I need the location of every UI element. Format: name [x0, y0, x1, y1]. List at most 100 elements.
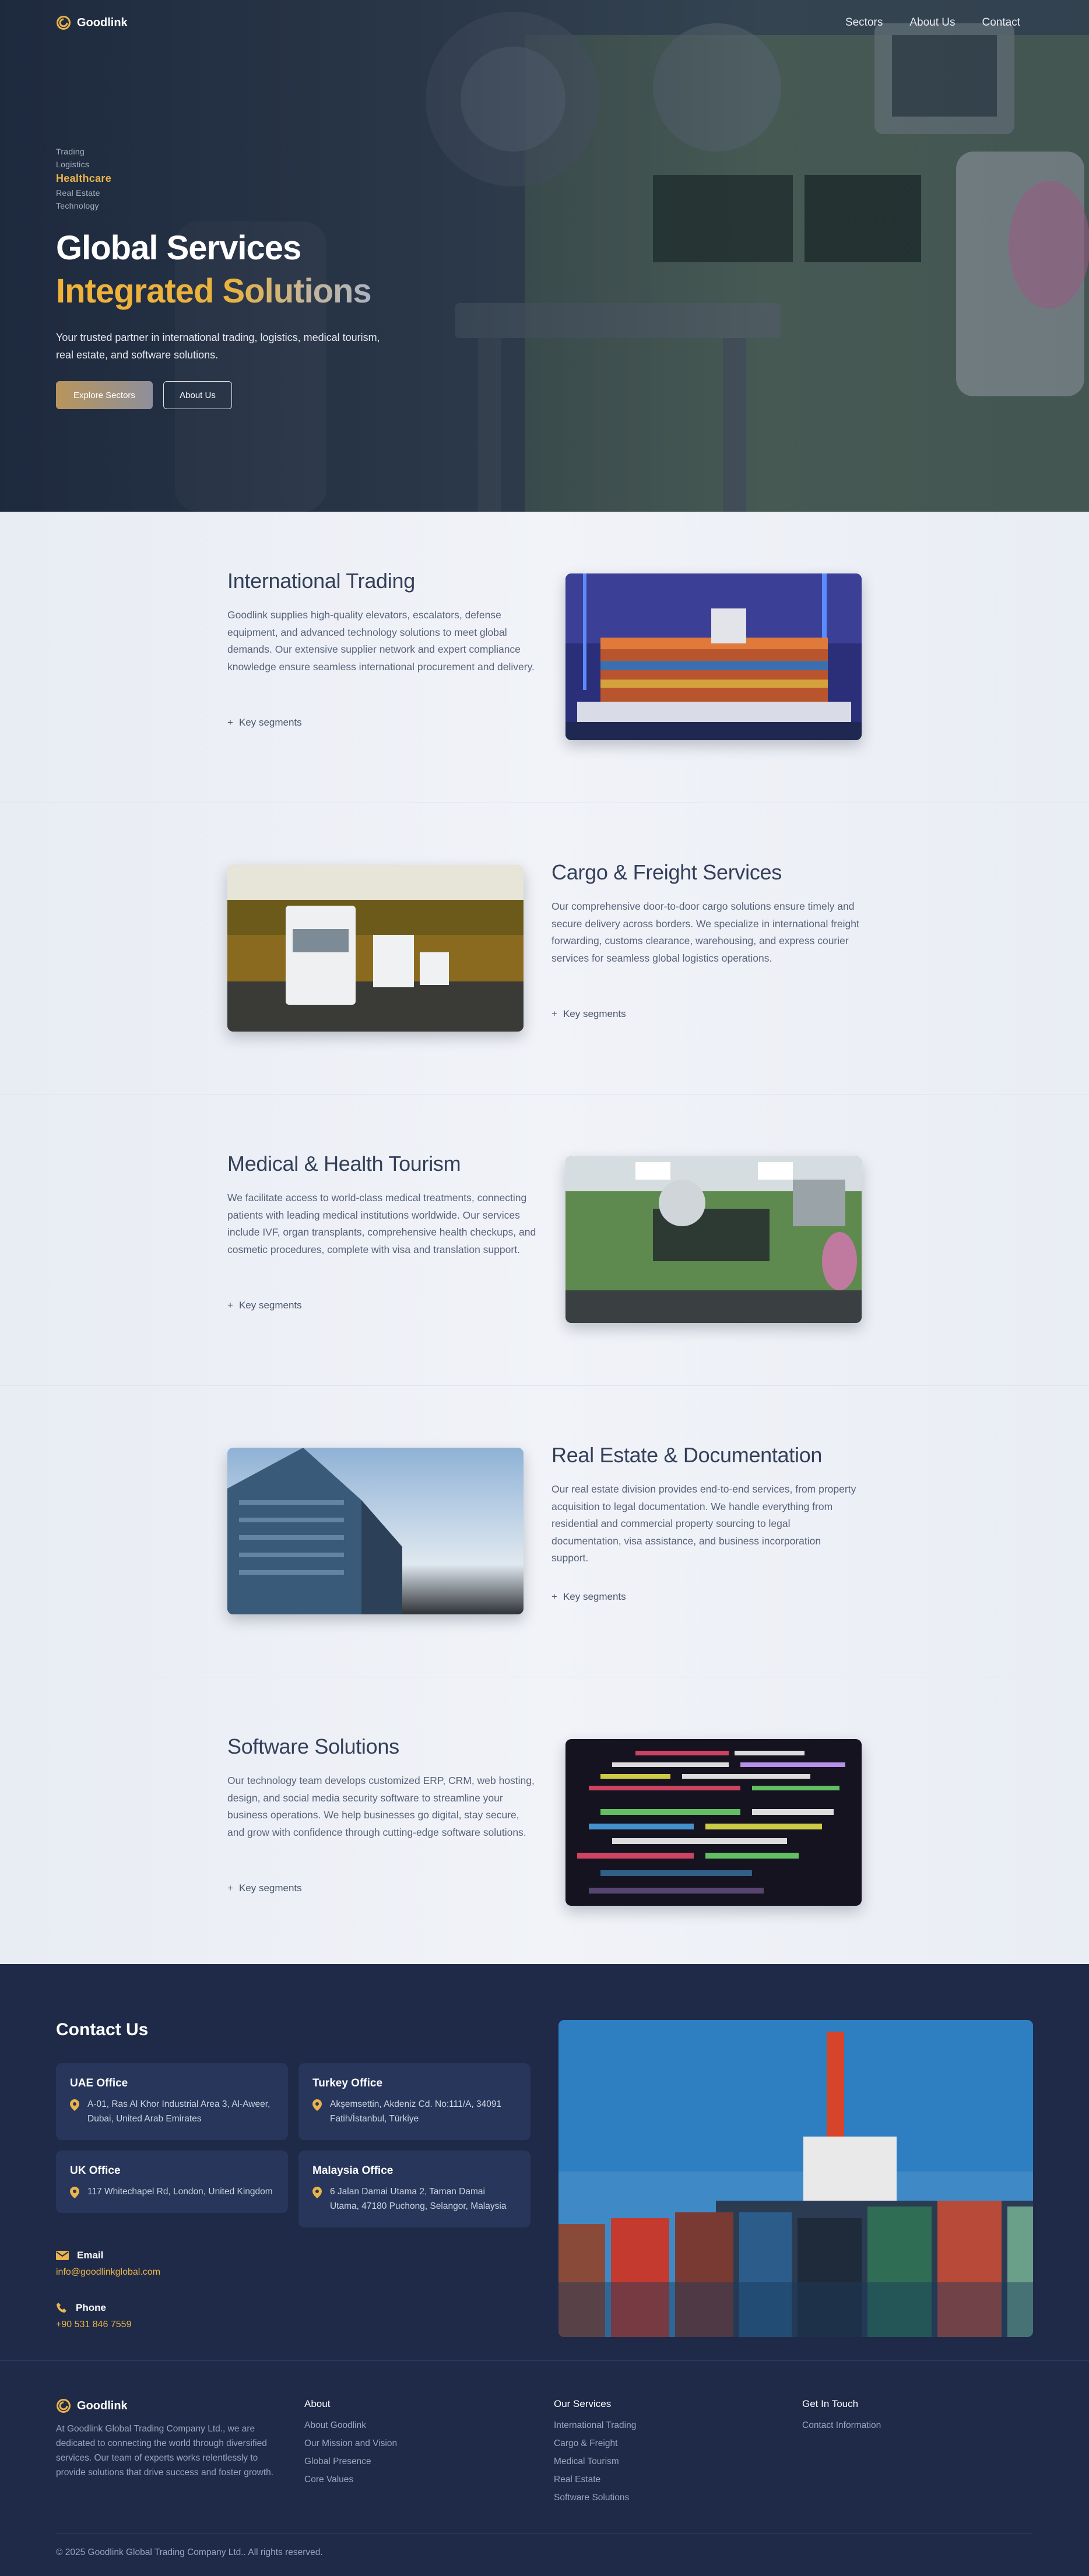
key-segments-toggle[interactable]: + Key segments	[551, 1591, 626, 1603]
key-segments-toggle[interactable]: + Key segments	[551, 1008, 626, 1020]
nav-link-contact[interactable]: Contact	[982, 16, 1020, 29]
footer-link-core-values[interactable]: Core Values	[304, 2475, 397, 2485]
key-segments-label: Key segments	[563, 1008, 626, 1019]
key-segments-toggle[interactable]: + Key segments	[227, 1300, 302, 1311]
phone-label: Phone	[76, 2302, 106, 2313]
location-pin-icon	[312, 2187, 322, 2198]
email-label: Email	[77, 2250, 104, 2261]
hero-sector-list: Trading Logistics Healthcare Real Estate…	[56, 147, 111, 210]
copyright: © 2025 Goodlink Global Trading Company L…	[56, 2547, 323, 2557]
footer-link-about-goodlink[interactable]: About Goodlink	[304, 2420, 397, 2431]
footer-services-title: Our Services	[554, 2398, 612, 2409]
hero-sector-real-estate[interactable]: Real Estate	[56, 188, 111, 198]
section-description: Our real estate division provides end-to…	[551, 1483, 856, 1564]
hero-description: Your trusted partner in international tr…	[56, 332, 380, 361]
office-card-malaysia: Malaysia Office 6 Jalan Damai Utama 2, T…	[298, 2151, 531, 2227]
top-nav: Goodlink Sectors About Us Contact	[56, 14, 1020, 31]
office-card-uk: UK Office 117 Whitechapel Rd, London, Un…	[56, 2151, 288, 2213]
hero-subtitle: Integrated Solutions	[56, 272, 372, 310]
brand-name: Goodlink	[77, 16, 128, 29]
key-segments-toggle[interactable]: + Key segments	[227, 1882, 302, 1894]
office-building-image	[227, 1448, 524, 1614]
section-medical-tourism: Medical & Health Tourism We facilitate a…	[0, 1095, 1089, 1386]
contact-email: Email info@goodlinkglobal.com	[56, 2250, 160, 2278]
footer-link-contact-info[interactable]: Contact Information	[802, 2420, 881, 2431]
nav-links: Sectors About Us Contact	[845, 16, 1020, 29]
footer-brand-name: Goodlink	[77, 2399, 128, 2412]
contact-title: Contact Us	[56, 2020, 149, 2039]
key-segments-toggle[interactable]: + Key segments	[227, 717, 302, 729]
location-pin-icon	[70, 2187, 79, 2198]
key-segments-label: Key segments	[238, 1300, 302, 1311]
office-card-uae: UAE Office A-01, Ras Al Khor Industrial …	[56, 2063, 288, 2140]
section-title: Cargo & Freight Services	[551, 860, 782, 884]
section-description: Our comprehensive door-to-door cargo sol…	[551, 900, 859, 964]
footer-link-cargo-freight[interactable]: Cargo & Freight	[554, 2438, 636, 2449]
footer-link-international-trading[interactable]: International Trading	[554, 2420, 636, 2431]
key-segments-label: Key segments	[563, 1591, 626, 1602]
hero-section: Goodlink Sectors About Us Contact Tradin…	[0, 0, 1089, 512]
office-address: Akşemsettin, Akdeniz Cd. No:111/A, 34091…	[330, 2099, 502, 2124]
office-address: A-01, Ras Al Khor Industrial Area 3, Al-…	[87, 2099, 271, 2124]
cargo-containers-image	[558, 2020, 1033, 2337]
contact-section: Contact Us UAE Office A-01, Ras Al Khor …	[0, 1964, 1089, 2360]
hero-sector-technology[interactable]: Technology	[56, 201, 111, 210]
office-card-turkey: Turkey Office Akşemsettin, Akdeniz Cd. N…	[298, 2063, 531, 2140]
email-link[interactable]: info@goodlinkglobal.com	[56, 2267, 160, 2278]
section-cargo-freight: Cargo & Freight Services Our comprehensi…	[0, 803, 1089, 1095]
footer-link-global-presence[interactable]: Global Presence	[304, 2457, 397, 2467]
section-description: Our technology team develops customized …	[227, 1775, 535, 1838]
about-us-button[interactable]: About Us	[163, 381, 232, 409]
contact-phone: Phone +90 531 846 7559	[56, 2302, 131, 2330]
section-title: International Trading	[227, 569, 415, 593]
plus-icon: +	[551, 1008, 557, 1019]
explore-sectors-button[interactable]: Explore Sectors	[56, 381, 153, 409]
footer-link-real-estate[interactable]: Real Estate	[554, 2475, 636, 2485]
container-ship-image	[565, 573, 862, 740]
goodlink-logo-icon	[57, 2399, 71, 2413]
section-real-estate: Real Estate & Documentation Our real est…	[0, 1386, 1089, 1677]
footer-brand-col: Goodlink At Goodlink Global Trading Comp…	[56, 2398, 283, 2480]
plus-icon: +	[227, 1882, 233, 1894]
location-pin-icon	[70, 2099, 79, 2111]
phone-link[interactable]: +90 531 846 7559	[56, 2320, 131, 2330]
plus-icon: +	[227, 1300, 233, 1311]
operating-room-image	[565, 1156, 862, 1323]
nav-link-about[interactable]: About Us	[909, 16, 955, 29]
section-software: Software Solutions Our technology team d…	[0, 1677, 1089, 1964]
footer-brand[interactable]: Goodlink	[56, 2398, 283, 2413]
footer-link-mission[interactable]: Our Mission and Vision	[304, 2438, 397, 2449]
section-title: Medical & Health Tourism	[227, 1152, 461, 1176]
hero-title: Global Services	[56, 229, 301, 267]
office-address: 117 Whitechapel Rd, London, United Kingd…	[87, 2187, 273, 2197]
brand-logo[interactable]: Goodlink	[56, 15, 128, 30]
footer: Goodlink At Goodlink Global Trading Comp…	[0, 2360, 1089, 2576]
nav-link-sectors[interactable]: Sectors	[845, 16, 883, 29]
plus-icon: +	[551, 1591, 557, 1602]
footer-about-text: At Goodlink Global Trading Company Ltd.,…	[56, 2424, 274, 2478]
hero-sector-healthcare[interactable]: Healthcare	[56, 173, 111, 185]
location-pin-icon	[312, 2099, 322, 2111]
footer-link-medical-tourism[interactable]: Medical Tourism	[554, 2457, 636, 2467]
footer-link-software[interactable]: Software Solutions	[554, 2493, 636, 2503]
footer-touch-col: Get In Touch Contact Information	[802, 2398, 881, 2438]
office-name: Turkey Office	[312, 2077, 383, 2089]
section-title: Software Solutions	[227, 1734, 399, 1758]
phone-icon	[57, 2303, 66, 2313]
office-name: UK Office	[70, 2165, 121, 2177]
office-name: Malaysia Office	[312, 2165, 394, 2177]
plus-icon: +	[227, 717, 233, 728]
footer-services-col: Our Services International Trading Cargo…	[554, 2398, 636, 2511]
key-segments-label: Key segments	[238, 1882, 302, 1894]
hero-sector-logistics[interactable]: Logistics	[56, 160, 111, 169]
office-name: UAE Office	[70, 2077, 128, 2089]
footer-about-title: About	[304, 2398, 331, 2409]
trucks-on-road-image	[227, 865, 524, 1032]
footer-about-col: About About Goodlink Our Mission and Vis…	[304, 2398, 397, 2493]
section-international-trading: International Trading Goodlink supplies …	[0, 512, 1089, 803]
goodlink-logo-icon	[57, 16, 71, 30]
office-address: 6 Jalan Damai Utama 2, Taman Damai Utama…	[330, 2187, 507, 2211]
source-code-image	[565, 1739, 862, 1906]
footer-divider	[56, 2533, 1033, 2534]
hero-sector-trading[interactable]: Trading	[56, 147, 111, 156]
